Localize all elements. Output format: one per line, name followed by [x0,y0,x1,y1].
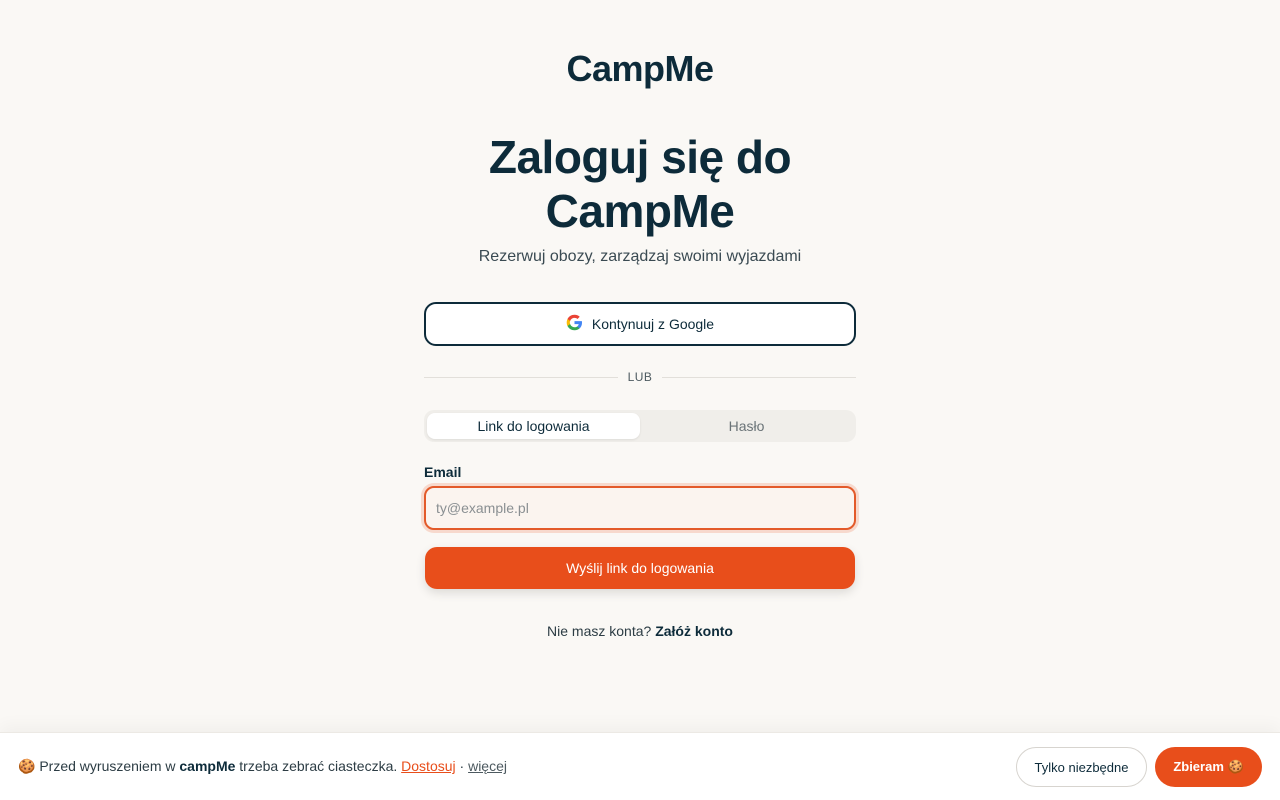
divider-text: LUB [627,370,653,384]
page-subtitle: Rezerwuj obozy, zarządzaj swoimi wyjazda… [478,248,802,265]
google-button-label: Kontynuuj z Google [591,316,715,332]
send-login-link-button[interactable]: Wyślij link do logowania [425,547,855,589]
tab-password[interactable]: Hasło [640,413,853,439]
divider-line-left [424,376,618,378]
cookie-icon: 🍪 [18,758,36,774]
google-icon [566,314,583,334]
signup-prompt-text: Nie masz konta? [547,623,652,639]
divider-line-right [662,376,856,378]
tab-magic-link[interactable]: Link do logowania [427,413,640,439]
email-label: Email [424,464,462,480]
cookie-brand: campMe [179,758,236,774]
cookie-banner: 🍪 Przed wyruszeniem w campMe trzeba zebr… [0,732,1280,800]
page-title: Zaloguj się do CampMe [488,131,792,237]
cookie-more-link[interactable]: więcej [468,758,507,774]
cookie-message: 🍪 Przed wyruszeniem w campMe trzeba zebr… [18,758,507,775]
cookie-essential-only-button[interactable]: Tylko niezbędne [1016,747,1147,787]
signup-prompt: Nie masz konta? Załóż konto [0,623,1280,639]
cookie-customize-link[interactable]: Dostosuj [401,758,455,774]
or-divider: LUB [424,369,856,385]
email-input[interactable] [424,486,856,530]
signup-link[interactable]: Załóż konto [655,623,733,639]
cookie-text-after: trzeba zebrać ciasteczka. [239,758,398,774]
app-logo[interactable]: CampMe [0,48,1280,90]
login-method-tabs: Link do logowania Hasło [424,410,856,442]
cookie-text-before: Przed wyruszeniem w [39,758,176,774]
cookie-accept-button[interactable]: Zbieram 🍪 [1155,747,1262,787]
cookie-separator: · [459,758,465,774]
google-login-button[interactable]: Kontynuuj z Google [424,302,856,346]
